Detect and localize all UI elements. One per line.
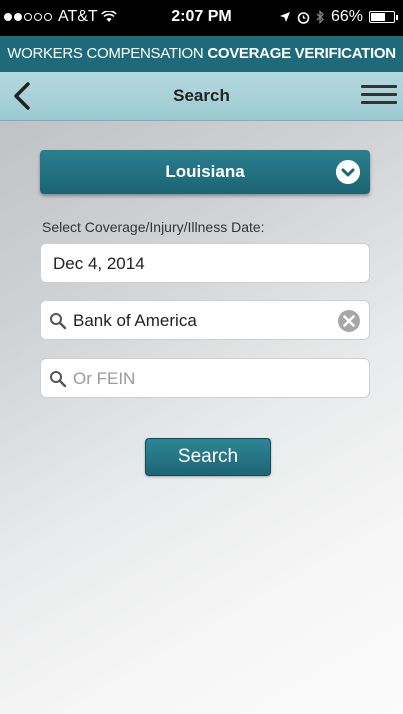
hamburger-menu-icon[interactable] — [361, 80, 397, 112]
employer-value: Bank of America — [73, 311, 197, 330]
date-value: Dec 4, 2014 — [53, 254, 145, 273]
alarm-icon — [297, 11, 310, 24]
state-dropdown[interactable]: Louisiana — [40, 150, 370, 194]
banner-emphasis: COVERAGE VERIFICATION — [207, 45, 396, 62]
employer-search-input[interactable]: Bank of America — [40, 300, 370, 340]
screen: AT&T 2:07 PM 66% WORKERS COMPENSATION CO… — [0, 0, 403, 714]
state-value: Louisiana — [165, 162, 245, 181]
search-icon — [50, 371, 67, 388]
search-button[interactable]: Search — [145, 438, 271, 476]
search-icon — [50, 313, 67, 330]
banner-prefix: WORKERS COMPENSATION — [7, 45, 208, 62]
app-banner: WORKERS COMPENSATION COVERAGE VERIFICATI… — [0, 36, 403, 72]
fein-placeholder: Or FEIN — [73, 369, 136, 388]
bluetooth-icon — [316, 10, 324, 24]
clear-icon[interactable] — [337, 309, 361, 333]
chevron-down-icon — [336, 160, 360, 184]
date-field[interactable]: Dec 4, 2014 — [40, 243, 370, 283]
location-arrow-icon — [279, 12, 290, 22]
status-right: 66% — [279, 8, 398, 26]
status-bar: AT&T 2:07 PM 66% — [0, 0, 403, 36]
page-title: Search — [173, 86, 230, 105]
nav-bar: Search — [0, 72, 403, 121]
battery-percent: 66% — [330, 8, 363, 25]
fein-input[interactable]: Or FEIN — [40, 358, 370, 398]
date-label: Select Coverage/Injury/Illness Date: — [42, 219, 265, 235]
battery-icon — [369, 11, 398, 23]
